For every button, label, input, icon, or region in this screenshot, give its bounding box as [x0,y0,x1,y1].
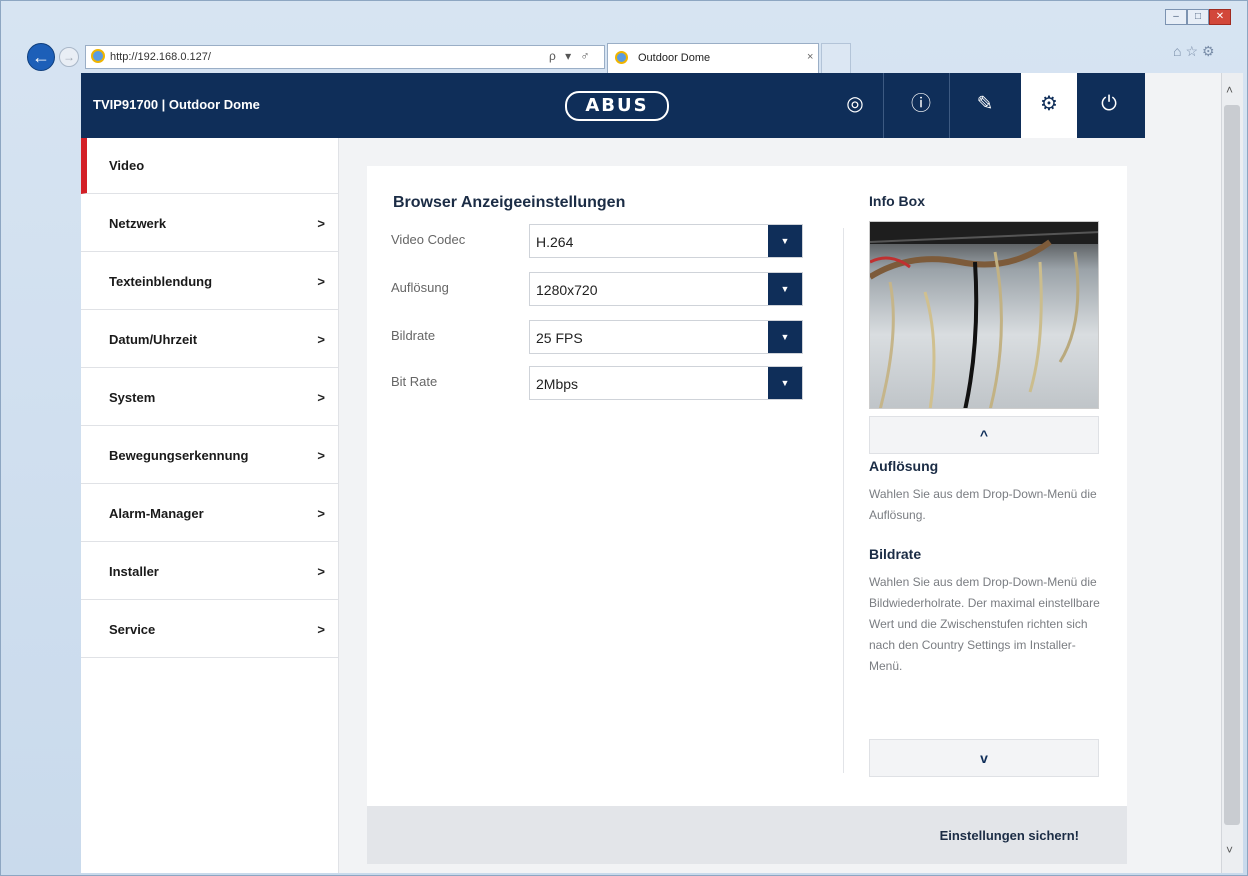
abus-logo: ABUS [565,91,669,121]
sidebar-item-datum-uhrzeit[interactable]: Datum/Uhrzeit > [81,310,339,368]
maximize-icon[interactable]: □ [1187,9,1209,25]
sidebar-item-label: Alarm-Manager [109,506,204,521]
sidebar-item-alarm-manager[interactable]: Alarm-Manager > [81,484,339,542]
page-scrollbar[interactable]: ˄ ˅ [1221,73,1243,873]
chevron-right-icon: > [317,332,325,347]
chevron-right-icon: > [317,216,325,231]
info-box-text: Auflösung Wahlen Sie aus dem Drop-Down-M… [869,458,1101,734]
info-heading: Bildrate [869,546,922,562]
select-value: 2Mbps [536,376,579,392]
info-scroll-up-button[interactable]: ^ [869,416,1099,454]
chevron-right-icon: > [317,506,325,521]
camera-preview-image [869,221,1099,409]
search-refresh-icon[interactable]: ρ ▾ ♂ [549,49,593,63]
sidebar-item-bewegungserkennung[interactable]: Bewegungserkennung > [81,426,339,484]
forward-button[interactable]: → [59,47,79,67]
framerate-select[interactable]: 25 FPS ▼ [529,320,803,354]
sidebar-item-netzwerk[interactable]: Netzwerk > [81,194,339,252]
video-codec-select[interactable]: H.264 ▼ [529,224,803,258]
info-box-title: Info Box [869,193,925,209]
sidebar-item-label: Bewegungserkennung [109,448,249,463]
resolution-select[interactable]: 1280x720 ▼ [529,272,803,306]
device-title: TVIP91700 | Outdoor Dome [93,97,260,112]
framerate-label: Bildrate [391,328,436,343]
select-value: 1280x720 [536,282,598,298]
sidebar-item-label: Texteinblendung [109,274,213,289]
select-value: H.264 [536,234,574,250]
info-paragraph: Wahlen Sie aus dem Drop-Down-Menü die Bi… [869,575,1100,673]
chevron-right-icon: > [317,448,325,463]
info-divider [843,228,844,773]
info-scroll-down-button[interactable]: v [869,739,1099,777]
sidebar-item-label: System [109,390,156,405]
chevron-right-icon: > [317,390,325,405]
wizard-icon[interactable]: ✎ [957,73,1013,138]
tab-close-icon[interactable]: × [807,51,813,63]
section-title: Browser Anzeigeeinstellungen [393,194,626,211]
chevron-right-icon: > [317,274,325,289]
sidebar-item-label: Service [109,622,156,637]
sidebar-item-label: Video [109,158,145,173]
dropdown-arrow-icon[interactable]: ▼ [768,225,802,257]
tab-site-icon [615,51,628,64]
chevron-right-icon: > [317,564,325,579]
scroll-up-icon[interactable]: ˄ [1226,83,1233,97]
dropdown-arrow-icon[interactable]: ▼ [768,273,802,305]
app-header: TVIP91700 | Outdoor Dome ABUS ◎ ⓘ ✎ ⚙ ⏻ [81,73,1145,138]
tab-title: Outdoor Dome [638,52,711,64]
browser-chrome: ← → http://192.168.0.127/ ρ ▾ ♂ Outdoor … [1,1,1247,73]
dropdown-arrow-icon[interactable]: ▼ [768,367,802,399]
address-bar[interactable]: http://192.168.0.127/ [85,45,605,69]
info-paragraph: Wahlen Sie aus dem Drop-Down-Menü die Au… [869,487,1097,522]
bitrate-label: Bit Rate [391,374,438,389]
back-button[interactable]: ← [27,43,55,71]
settings-sidebar: Video Netzwerk > Texteinblendung > Datum… [81,138,339,873]
header-divider [949,73,950,138]
sidebar-item-installer[interactable]: Installer > [81,542,339,600]
browser-tab[interactable]: Outdoor Dome [607,43,819,73]
sidebar-item-video[interactable]: Video [81,138,339,194]
bitrate-select[interactable]: 2Mbps ▼ [529,366,803,400]
settings-icon[interactable]: ⚙ [1021,73,1077,138]
dropdown-arrow-icon[interactable]: ▼ [768,321,802,353]
header-divider [883,73,884,138]
save-settings-button[interactable]: Einstellungen sichern! [940,828,1079,843]
info-heading: Auflösung [869,458,939,474]
site-icon [91,49,105,63]
sidebar-item-service[interactable]: Service > [81,600,339,658]
power-icon[interactable]: ⏻ [1081,73,1137,138]
info-icon[interactable]: ⓘ [893,73,949,138]
resolution-label: Auflösung [391,280,449,295]
browser-window: ← → http://192.168.0.127/ ρ ▾ ♂ Outdoor … [0,0,1248,876]
home-favorites-tools-icon[interactable]: ⌂☆⚙ [1173,43,1219,60]
chevron-right-icon: > [317,622,325,637]
minimize-icon[interactable]: – [1165,9,1187,25]
sidebar-item-texteinblendung[interactable]: Texteinblendung > [81,252,339,310]
footer-bar: Einstellungen sichern! [367,806,1127,864]
new-tab-button[interactable] [821,43,851,73]
close-window-icon[interactable]: ✕ [1209,9,1231,25]
page-viewport: TVIP91700 | Outdoor Dome ABUS ◎ ⓘ ✎ ⚙ ⏻ … [81,73,1221,873]
select-value: 25 FPS [536,330,583,346]
video-codec-label: Video Codec [391,232,466,247]
sidebar-item-label: Installer [109,564,159,579]
sidebar-item-system[interactable]: System > [81,368,339,426]
sidebar-item-label: Datum/Uhrzeit [109,332,198,347]
scroll-down-icon[interactable]: ˅ [1226,843,1233,857]
sidebar-item-label: Netzwerk [109,216,167,231]
address-url: http://192.168.0.127/ [110,51,211,63]
live-view-icon[interactable]: ◎ [827,73,883,138]
scroll-thumb[interactable] [1224,105,1240,825]
settings-panel: Browser Anzeigeeinstellungen Video Codec… [367,166,1127,806]
